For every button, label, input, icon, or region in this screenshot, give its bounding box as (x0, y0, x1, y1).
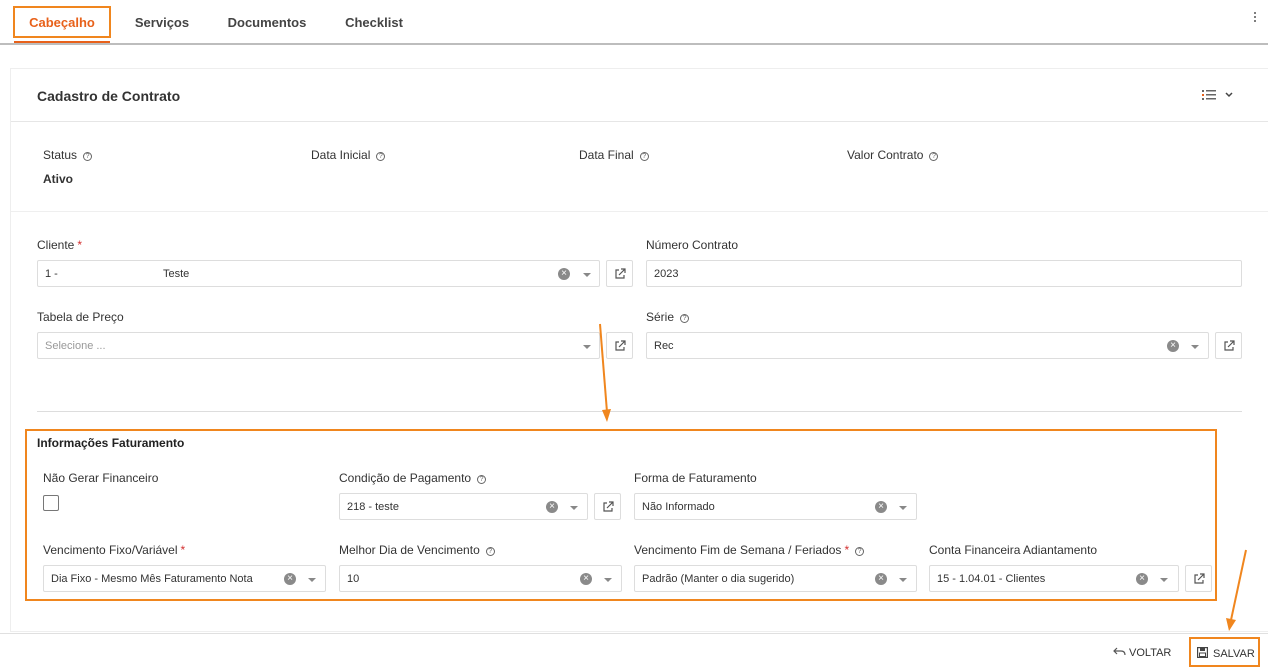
forma-value: Não Informado (642, 501, 715, 513)
serie-select[interactable]: Rec × (646, 332, 1209, 359)
chevron-down-icon[interactable] (570, 506, 578, 510)
tabela-preco-select[interactable]: Selecione ... (37, 332, 600, 359)
tabela-preco-label: Tabela de Preço (37, 310, 124, 324)
data-final-label: Data Final? (579, 148, 649, 162)
clear-icon[interactable]: × (580, 573, 592, 585)
cliente-select[interactable]: 1 - Teste × (37, 260, 600, 287)
chevron-down-icon[interactable] (583, 273, 591, 277)
clear-icon[interactable]: × (875, 501, 887, 513)
numero-contrato-input[interactable]: 2023 (646, 260, 1242, 287)
clear-icon[interactable]: × (875, 573, 887, 585)
condicao-label: Condição de Pagamento? (339, 471, 487, 485)
nao-gerar-label: Não Gerar Financeiro (43, 471, 159, 485)
chevron-down-icon[interactable] (583, 345, 591, 349)
help-icon[interactable]: ? (83, 152, 93, 161)
voltar-button[interactable]: VOLTAR (1113, 647, 1171, 659)
chevron-down-icon[interactable] (308, 578, 316, 582)
list-view-icon[interactable] (1202, 89, 1216, 101)
faturamento-title: Informações Faturamento (37, 436, 185, 450)
chevron-down-icon[interactable] (899, 578, 907, 582)
status-value: Ativo (43, 172, 73, 186)
vencimento-select[interactable]: Dia Fixo - Mesmo Mês Faturamento Nota × (43, 565, 326, 592)
chevron-down-icon[interactable] (1225, 92, 1233, 98)
help-icon[interactable]: ? (929, 152, 939, 161)
conta-label: Conta Financeira Adiantamento (929, 543, 1098, 557)
clear-icon[interactable]: × (558, 268, 570, 280)
help-icon[interactable]: ? (855, 547, 865, 556)
melhor-dia-value: 10 (347, 573, 360, 585)
help-icon[interactable]: ? (376, 152, 386, 161)
valor-contrato-label: Valor Contrato? (847, 148, 939, 162)
highlight-salvar (1189, 637, 1260, 667)
tab-bar: Cabeçalho Serviços Documentos Checklist (0, 0, 1268, 45)
melhor-dia-select[interactable]: 10 × (339, 565, 622, 592)
vencimento-label: Vencimento Fixo/Variável * (43, 543, 186, 557)
chevron-down-icon[interactable] (1160, 578, 1168, 582)
external-link-icon (1224, 340, 1235, 351)
chevron-down-icon[interactable] (604, 578, 612, 582)
fim-semana-value: Padrão (Manter o dia sugerido) (642, 573, 795, 585)
cliente-name: Teste (163, 268, 190, 280)
open-serie-button[interactable] (1215, 332, 1242, 359)
numero-contrato-label: Número Contrato (646, 238, 739, 252)
header-divider (11, 121, 1268, 122)
summary-divider (11, 211, 1268, 212)
cliente-label: Cliente * (37, 238, 83, 252)
clear-icon[interactable]: × (284, 573, 296, 585)
tabela-preco-placeholder: Selecione ... (45, 340, 106, 352)
highlight-tab-cabecalho (13, 6, 111, 38)
conta-select[interactable]: 15 - 1.04.01 - Clientes × (929, 565, 1179, 592)
annotation-arrow-icon (599, 323, 611, 422)
more-vert-icon[interactable] (1252, 12, 1258, 26)
tab-checklist[interactable]: Checklist (336, 0, 412, 43)
external-link-icon (603, 501, 614, 512)
external-link-icon (615, 340, 626, 351)
tab-documentos[interactable]: Documentos (220, 0, 314, 43)
help-icon[interactable]: ? (680, 314, 690, 323)
tab-servicos[interactable]: Serviços (124, 0, 200, 43)
melhor-dia-label: Melhor Dia de Vencimento? (339, 543, 495, 557)
card-title: Cadastro de Contrato (37, 88, 181, 104)
annotation-arrow-icon (1226, 549, 1247, 631)
chevron-down-icon[interactable] (1191, 345, 1199, 349)
numero-contrato-value: 2023 (654, 268, 679, 280)
serie-value: Rec (654, 340, 674, 352)
nao-gerar-checkbox[interactable] (43, 495, 59, 511)
undo-icon (1113, 647, 1126, 656)
serie-label: Série? (646, 310, 690, 324)
footer-bar: VOLTAR SALVAR (0, 633, 1268, 672)
help-icon[interactable]: ? (477, 475, 487, 484)
conta-value: 15 - 1.04.01 - Clientes (937, 573, 1046, 585)
fim-semana-select[interactable]: Padrão (Manter o dia sugerido) × (634, 565, 917, 592)
open-cliente-button[interactable] (606, 260, 633, 287)
status-label: Status? (43, 148, 93, 162)
forma-select[interactable]: Não Informado × (634, 493, 917, 520)
vencimento-value: Dia Fixo - Mesmo Mês Faturamento Nota (51, 573, 253, 585)
section-divider (37, 411, 1242, 412)
clear-icon[interactable]: × (1136, 573, 1148, 585)
clear-icon[interactable]: × (1167, 340, 1179, 352)
condicao-value: 218 - teste (347, 501, 399, 513)
fim-semana-label: Vencimento Fim de Semana / Feriados *? (634, 543, 865, 557)
help-icon[interactable]: ? (485, 547, 495, 556)
forma-label: Forma de Faturamento (634, 471, 757, 485)
open-conta-button[interactable] (1185, 565, 1212, 592)
data-inicial-label: Data Inicial? (311, 148, 386, 162)
external-link-icon (615, 268, 626, 279)
condicao-select[interactable]: 218 - teste × (339, 493, 588, 520)
open-condicao-button[interactable] (594, 493, 621, 520)
external-link-icon (1194, 573, 1205, 584)
clear-icon[interactable]: × (546, 501, 558, 513)
cliente-code: 1 - (45, 268, 58, 280)
help-icon[interactable]: ? (639, 152, 649, 161)
chevron-down-icon[interactable] (899, 506, 907, 510)
